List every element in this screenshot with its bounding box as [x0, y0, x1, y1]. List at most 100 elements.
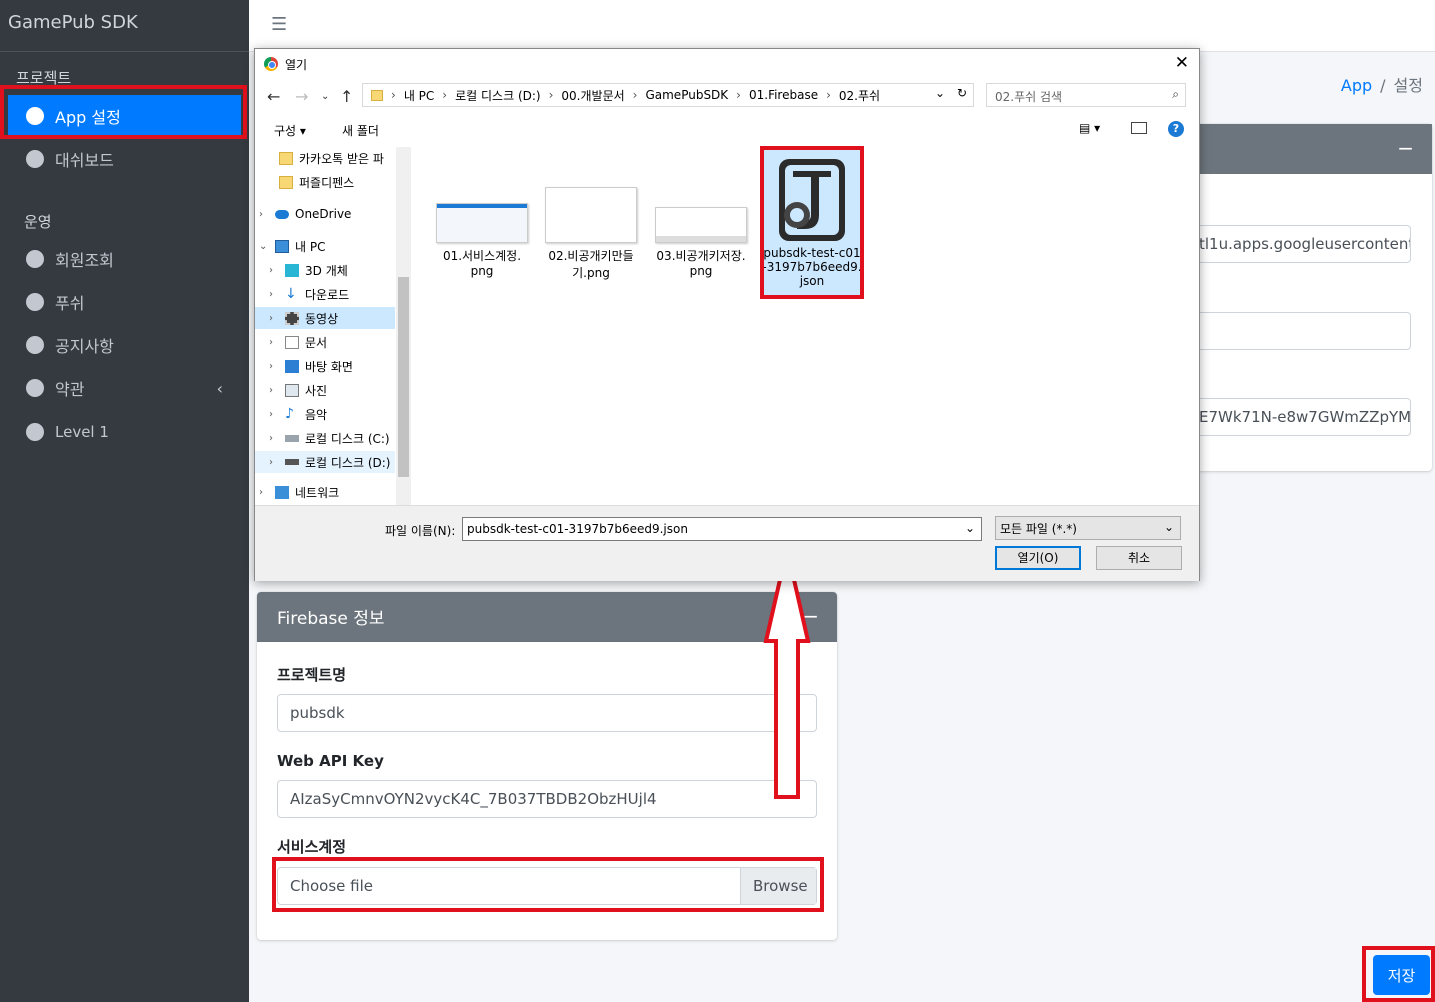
client-id-input[interactable]: tl1u.apps.googleusercontent.c [1199, 225, 1411, 263]
project-name-input[interactable]: pubsdk [277, 694, 817, 732]
help-icon[interactable]: ? [1168, 121, 1184, 137]
card-header: Firebase 정보 − [257, 592, 837, 642]
refresh-icon[interactable]: ↻ [957, 86, 967, 100]
chevron-right-icon[interactable]: › [259, 487, 269, 498]
text-input[interactable] [1199, 312, 1411, 350]
tree-scrollbar[interactable] [396, 147, 411, 505]
sidebar-item-notices[interactable]: 공지사항 [8, 324, 241, 366]
filetype-value: 모든 파일 (*.*) [1000, 522, 1077, 536]
chevron-left-icon: ‹ [216, 378, 223, 398]
chevron-down-icon[interactable]: ⌄ [935, 86, 945, 100]
chevron-right-icon[interactable]: › [269, 265, 279, 276]
view-options-icon[interactable]: ▤ ▾ [1079, 121, 1100, 135]
file-name-mid: -3197b7b6eed9. [762, 260, 862, 274]
chevron-right-icon[interactable]: › [269, 289, 279, 300]
tree-item-label: 로컬 디스크 (D:) [305, 455, 391, 470]
file-name: pubsdk-test-c01 [763, 246, 861, 260]
chevron-right-icon[interactable]: › [269, 433, 279, 444]
file-item[interactable]: 03.비공개키저장. png [651, 207, 751, 278]
sidebar-item-terms[interactable]: 약관 ‹ [8, 367, 241, 409]
brand-title[interactable]: GamePub SDK [0, 0, 249, 52]
api-key-input[interactable]: AIzaSyCmnvOYN2vycK4C_7B037TBDB2ObzHUjl4 [277, 780, 817, 818]
tree-item[interactable]: › OneDrive [255, 203, 395, 225]
download-icon: ↓ [285, 285, 297, 302]
filename-input[interactable]: pubsdk-test-c01-3197b7b6eed9.json ⌄ [462, 517, 982, 541]
chevron-right-icon[interactable]: › [269, 313, 279, 324]
tree-item[interactable]: 퍼즐디펜스 [255, 171, 395, 193]
preview-pane-icon[interactable] [1131, 122, 1147, 134]
search-icon[interactable]: ⌕ [1172, 87, 1179, 102]
filetype-select[interactable]: 모든 파일 (*.*) ⌄ [995, 516, 1181, 540]
chevron-down-icon[interactable]: ⌄ [965, 521, 975, 535]
circle-icon [26, 379, 44, 397]
forward-arrow-icon[interactable]: → [295, 87, 308, 106]
chevron-down-icon[interactable]: ⌄ [259, 241, 269, 252]
path-segment[interactable]: 01.Firebase [749, 88, 818, 102]
sidebar-item-app-settings[interactable]: App 설정 [8, 95, 241, 137]
sidebar: GamePub SDK 프로젝트 App 설정 대쉬보드 운영 회원조회 푸쉬 … [0, 0, 249, 1002]
tree-item[interactable]: › 로컬 디스크 (D:) [255, 451, 395, 473]
path-segment[interactable]: 00.개발문서 [561, 87, 624, 104]
image-thumbnail [545, 187, 637, 243]
recent-dropdown-icon[interactable]: ⌄ [321, 91, 329, 102]
file-item[interactable]: 02.비공개키만들 기.png [541, 187, 641, 281]
path-segment[interactable]: GamePubSDK [645, 88, 728, 102]
music-icon: ♪ [285, 405, 294, 422]
browse-button[interactable]: Browse [740, 868, 816, 904]
json-file-icon [779, 159, 845, 241]
tree-item[interactable]: › 로컬 디스크 (C:) [255, 427, 395, 449]
chevron-right-icon[interactable]: › [269, 361, 279, 372]
cancel-button[interactable]: 취소 [1096, 546, 1182, 570]
file-item[interactable]: 01.서비스계정. png [432, 203, 532, 278]
path-segment[interactable]: 02.푸쉬 [839, 87, 880, 104]
tree-item[interactable]: ⌄ 내 PC [255, 235, 395, 257]
tree-item[interactable]: › 네트워크 [255, 481, 395, 503]
drive-icon [285, 459, 299, 465]
secret-input[interactable]: E7Wk71N-e8w7GWmZZpYMvQl [1199, 398, 1411, 436]
api-key-label: Web API Key [277, 752, 384, 770]
tree-item[interactable]: 카카오톡 받은 파 [255, 147, 395, 169]
tree-item-label: 바탕 화면 [305, 359, 353, 374]
scrollbar-thumb[interactable] [398, 277, 409, 477]
circle-icon [26, 293, 44, 311]
tree-item[interactable]: › ↓ 다운로드 [255, 283, 395, 305]
chevron-right-icon[interactable]: › [269, 337, 279, 348]
service-account-label: 서비스계정 [277, 838, 347, 856]
sidebar-item-label: 대쉬보드 [55, 151, 114, 170]
tree-item[interactable]: › ♪ 음악 [255, 403, 395, 425]
sidebar-item-dashboard[interactable]: 대쉬보드 [8, 138, 241, 180]
tree-item[interactable]: › 3D 개체 [255, 259, 395, 281]
path-segment[interactable]: 로컬 디스크 (D:) [455, 87, 540, 104]
open-button[interactable]: 열기(O) [995, 546, 1081, 570]
chevron-right-icon[interactable]: › [269, 409, 279, 420]
save-button[interactable]: 저장 [1373, 955, 1430, 995]
breadcrumb: App / 설정 [1341, 72, 1423, 96]
search-input[interactable]: 02.푸쉬 검색 ⌕ [986, 83, 1186, 107]
chevron-right-icon[interactable]: › [259, 209, 269, 220]
chevron-right-icon[interactable]: › [269, 385, 279, 396]
tree-item[interactable]: › 바탕 화면 [255, 355, 395, 377]
tree-item[interactable]: › 사진 [255, 379, 395, 401]
sidebar-item-members[interactable]: 회원조회 [8, 238, 241, 280]
service-account-file-input[interactable]: Choose file Browse [277, 867, 817, 905]
sidebar-item-label: 공지사항 [55, 337, 114, 356]
up-arrow-icon[interactable]: ↑ [340, 87, 353, 106]
new-folder-button[interactable]: 새 폴더 [342, 122, 379, 139]
pc-icon [275, 239, 289, 253]
tree-item-label: 동영상 [305, 311, 339, 326]
tree-item[interactable]: › 문서 [255, 331, 395, 353]
back-arrow-icon[interactable]: ← [267, 87, 280, 106]
close-icon[interactable]: ✕ [1175, 53, 1189, 73]
organize-menu[interactable]: 구성 ▾ [274, 122, 306, 139]
hamburger-icon[interactable]: ☰ [271, 14, 287, 35]
address-bar[interactable]: › 내 PC › 로컬 디스크 (D:) › 00.개발문서 › GamePub… [362, 83, 974, 107]
file-item-selected[interactable]: pubsdk-test-c01 -3197b7b6eed9. json [762, 149, 862, 295]
sidebar-item-push[interactable]: 푸쉬 [8, 281, 241, 323]
chevron-right-icon[interactable]: › [269, 457, 279, 468]
filename-label: 파일 이름(N): [385, 524, 456, 538]
path-segment[interactable]: 내 PC [404, 87, 434, 104]
minus-icon[interactable]: − [1397, 136, 1414, 160]
breadcrumb-link-app[interactable]: App [1341, 76, 1372, 95]
sidebar-item-level1[interactable]: Level 1 [8, 411, 241, 453]
tree-item[interactable]: › 동영상 [255, 307, 395, 329]
